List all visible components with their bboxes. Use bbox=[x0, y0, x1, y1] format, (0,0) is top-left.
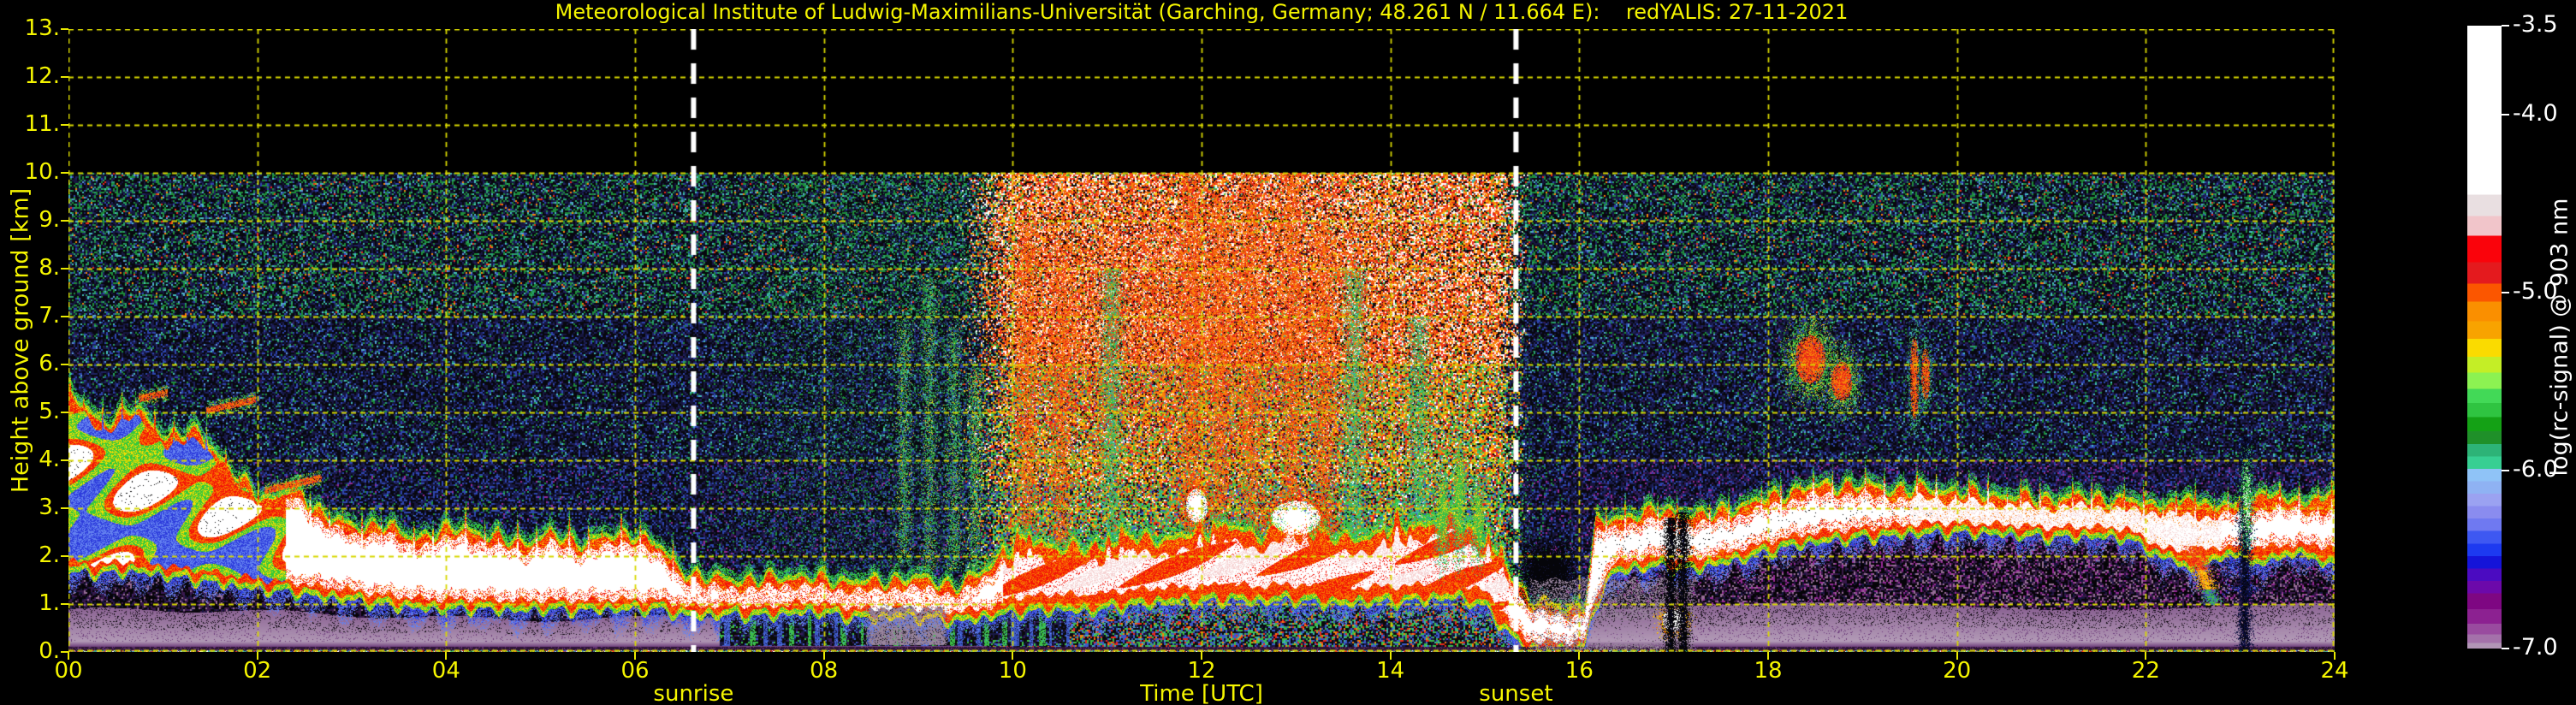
plot-title: Meteorological Institute of Ludwig-Maxim… bbox=[68, 0, 2335, 24]
y-tick-mark bbox=[61, 172, 68, 174]
y-tick-mark bbox=[61, 603, 68, 605]
y-tick-label: 1. bbox=[2, 590, 60, 616]
colorbar-tick-label: -3.5 bbox=[2513, 11, 2558, 38]
y-tick-mark bbox=[61, 459, 68, 461]
colorbar-tick-mark bbox=[2502, 25, 2509, 27]
x-tick-label: 14 bbox=[1361, 658, 1421, 684]
x-tick-label: 06 bbox=[605, 658, 665, 684]
x-tick-label: 12 bbox=[1172, 658, 1232, 684]
y-tick-label: 11. bbox=[2, 111, 60, 137]
y-tick-label: 3. bbox=[2, 495, 60, 520]
plot-area bbox=[68, 29, 2335, 652]
y-tick-mark bbox=[61, 507, 68, 509]
y-tick-label: 9. bbox=[2, 207, 60, 233]
y-tick-label: 13. bbox=[2, 15, 60, 41]
y-tick-mark bbox=[61, 220, 68, 222]
y-tick-label: 6. bbox=[2, 351, 60, 376]
figure: Meteorological Institute of Ludwig-Maxim… bbox=[0, 0, 2576, 705]
y-tick-mark bbox=[61, 651, 68, 653]
x-tick-label: 02 bbox=[228, 658, 288, 684]
y-tick-label: 10. bbox=[2, 159, 60, 185]
y-tick-mark bbox=[61, 412, 68, 413]
y-tick-label: 8. bbox=[2, 255, 60, 281]
colorbar-tick-label: -4.0 bbox=[2513, 100, 2558, 127]
colorbar-label: log(rc-signal) @ 903 nm bbox=[2547, 198, 2573, 477]
x-tick-label: 20 bbox=[1927, 658, 1987, 684]
y-tick-mark bbox=[61, 555, 68, 557]
colorbar-tick-mark bbox=[2502, 292, 2509, 293]
y-tick-mark bbox=[61, 28, 68, 30]
x-tick-label: 04 bbox=[416, 658, 476, 684]
x-tick-label: 18 bbox=[1738, 658, 1798, 684]
x-tick-label: 24 bbox=[2305, 658, 2365, 684]
colorbar-tick-label: -7.0 bbox=[2513, 634, 2558, 661]
x-tick-label: 16 bbox=[1549, 658, 1609, 684]
colorbar-gradient bbox=[2467, 26, 2502, 649]
x-axis-label: Time [UTC] bbox=[1140, 681, 1263, 705]
y-tick-mark bbox=[61, 76, 68, 78]
x-tick-label: 22 bbox=[2116, 658, 2175, 684]
y-tick-label: 7. bbox=[2, 303, 60, 329]
y-tick-label: 2. bbox=[2, 542, 60, 568]
y-tick-mark bbox=[61, 364, 68, 365]
y-tick-mark bbox=[61, 316, 68, 317]
y-tick-mark bbox=[61, 124, 68, 126]
y-tick-label: 4. bbox=[2, 447, 60, 472]
y-tick-label: 12. bbox=[2, 63, 60, 89]
x-tick-label: 10 bbox=[982, 658, 1042, 684]
y-tick-label: 5. bbox=[2, 399, 60, 424]
colorbar-tick-mark bbox=[2502, 114, 2509, 116]
colorbar-tick-mark bbox=[2502, 648, 2509, 649]
y-tick-label: 0. bbox=[2, 638, 60, 664]
x-tick-label: 08 bbox=[794, 658, 854, 684]
colorbar-tick-mark bbox=[2502, 470, 2509, 471]
y-tick-mark bbox=[61, 268, 68, 270]
sunrise-label: sunrise bbox=[653, 681, 733, 705]
sunset-label: sunset bbox=[1479, 681, 1552, 705]
heatmap-canvas bbox=[68, 29, 2335, 652]
